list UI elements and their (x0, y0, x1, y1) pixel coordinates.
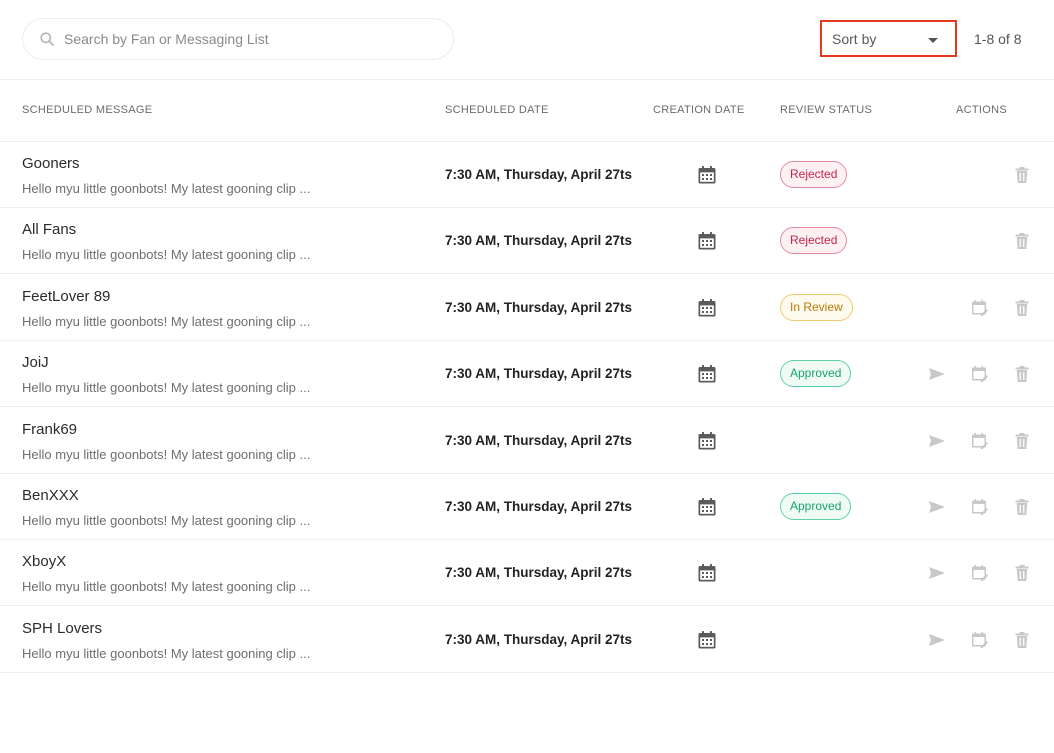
message-preview: Hello myu little goonbots! My latest goo… (22, 380, 311, 396)
trash-icon[interactable] (1013, 631, 1031, 649)
calendar-icon[interactable] (697, 364, 717, 384)
trash-icon[interactable] (1013, 365, 1031, 383)
recipient-name: FeetLover 89 (22, 287, 111, 305)
sort-by-label: Sort by (832, 31, 877, 47)
column-header-review-status[interactable]: REVIEW STATUS (780, 104, 872, 116)
table-row[interactable]: FeetLover 89 Hello myu little goonbots! M… (0, 275, 1054, 341)
message-preview: Hello myu little goonbots! My latest goo… (22, 513, 311, 528)
recipient-name: JoiJ (22, 354, 49, 372)
calendar-icon[interactable] (697, 231, 717, 251)
recipient-name: Frank69 (22, 420, 78, 438)
calendar-edit-icon[interactable] (971, 365, 989, 383)
trash-icon[interactable] (1013, 166, 1031, 184)
send-icon[interactable] (928, 498, 946, 516)
scheduled-date: 7:30 AM, Thursday, April 27ts (445, 631, 633, 647)
table-row[interactable]: Gooners Hello myu little goonbots! My lat… (0, 142, 1054, 208)
message-preview: Hello myu little goonbots! My latest goo… (22, 181, 311, 196)
column-header-scheduled-message[interactable]: SCHEDULED MESSAGE (22, 104, 152, 116)
table-row[interactable]: XboyX Hello myu little goonbots! My lates… (0, 540, 1054, 607)
scheduled-date: 7:30 AM, Thursday, April 27ts (445, 565, 633, 581)
sort-by-dropdown[interactable]: Sort by (820, 20, 957, 57)
status-badge: In Review (780, 293, 853, 321)
scheduled-date: 7:30 AM, Thursday, April 27ts (445, 432, 633, 448)
scheduled-date: 7:30 AM, Thursday, April 27ts (445, 167, 633, 182)
scheduled-date: 7:30 AM, Thursday, April 27ts (445, 499, 633, 514)
calendar-icon[interactable] (697, 497, 717, 517)
table-row[interactable]: SPH Lovers Hello myu little goonbots! My … (0, 607, 1054, 673)
status-badge: Rejected (780, 227, 848, 255)
search-box[interactable] (22, 18, 454, 60)
table-row[interactable]: JoiJ Hello myu little goonbots! My latest… (0, 341, 1054, 408)
column-header-actions: ACTIONS (956, 104, 1007, 116)
recipient-name: All Fans (22, 221, 77, 239)
trash-icon[interactable] (1013, 232, 1031, 250)
recipient-name: Gooners (22, 155, 80, 172)
send-icon[interactable] (928, 365, 946, 383)
send-icon[interactable] (928, 564, 946, 582)
scheduled-date: 7:30 AM, Thursday, April 27ts (445, 366, 633, 382)
status-badge: Rejected (780, 161, 848, 188)
trash-icon[interactable] (1013, 564, 1031, 582)
status-badge: Approved (780, 493, 852, 520)
scheduled-date: 7:30 AM, Thursday, April 27ts (445, 299, 633, 315)
calendar-icon[interactable] (697, 431, 717, 451)
calendar-icon[interactable] (697, 630, 717, 650)
recipient-name: XboyX (22, 553, 67, 571)
calendar-icon[interactable] (697, 563, 717, 583)
trash-icon[interactable] (1013, 432, 1031, 450)
search-icon (40, 32, 54, 46)
trash-icon[interactable] (1013, 498, 1031, 516)
calendar-icon[interactable] (697, 165, 717, 185)
table-row[interactable]: Frank69 Hello myu little goonbots! My lat… (0, 408, 1054, 474)
calendar-edit-icon[interactable] (971, 299, 989, 317)
table-row[interactable]: BenXXX Hello myu little goonbots! My late… (0, 474, 1054, 540)
table-row[interactable]: All Fans Hello myu little goonbots! My la… (0, 208, 1054, 275)
column-header-creation-date[interactable]: CREATION DATE (653, 104, 745, 116)
toolbar: Sort by 1-8 of 8 (0, 0, 1054, 80)
message-preview: Hello myu little goonbots! My latest goo… (22, 579, 311, 595)
recipient-name: BenXXX (22, 487, 79, 504)
calendar-edit-icon[interactable] (971, 432, 989, 450)
recipient-name: SPH Lovers (22, 619, 103, 637)
send-icon[interactable] (928, 631, 946, 649)
message-preview: Hello myu little goonbots! My latest goo… (22, 247, 311, 263)
send-icon[interactable] (928, 432, 946, 450)
message-preview: Hello myu little goonbots! My latest goo… (22, 446, 311, 462)
calendar-edit-icon[interactable] (971, 564, 989, 582)
message-preview: Hello myu little goonbots! My latest goo… (22, 645, 311, 661)
scheduled-date: 7:30 AM, Thursday, April 27ts (445, 233, 633, 249)
pagination-range: 1-8 of 8 (974, 31, 1022, 47)
column-header-scheduled-date[interactable]: SCHEDULED DATE (445, 104, 549, 116)
calendar-edit-icon[interactable] (971, 498, 989, 516)
search-input[interactable] (64, 19, 444, 59)
message-preview: Hello myu little goonbots! My latest goo… (22, 313, 311, 329)
calendar-icon[interactable] (697, 298, 717, 318)
caret-down-icon (928, 38, 938, 43)
table-header: SCHEDULED MESSAGE SCHEDULED DATE CREATIO… (0, 80, 1054, 142)
status-badge: Approved (780, 360, 852, 388)
calendar-edit-icon[interactable] (971, 631, 989, 649)
trash-icon[interactable] (1013, 299, 1031, 317)
